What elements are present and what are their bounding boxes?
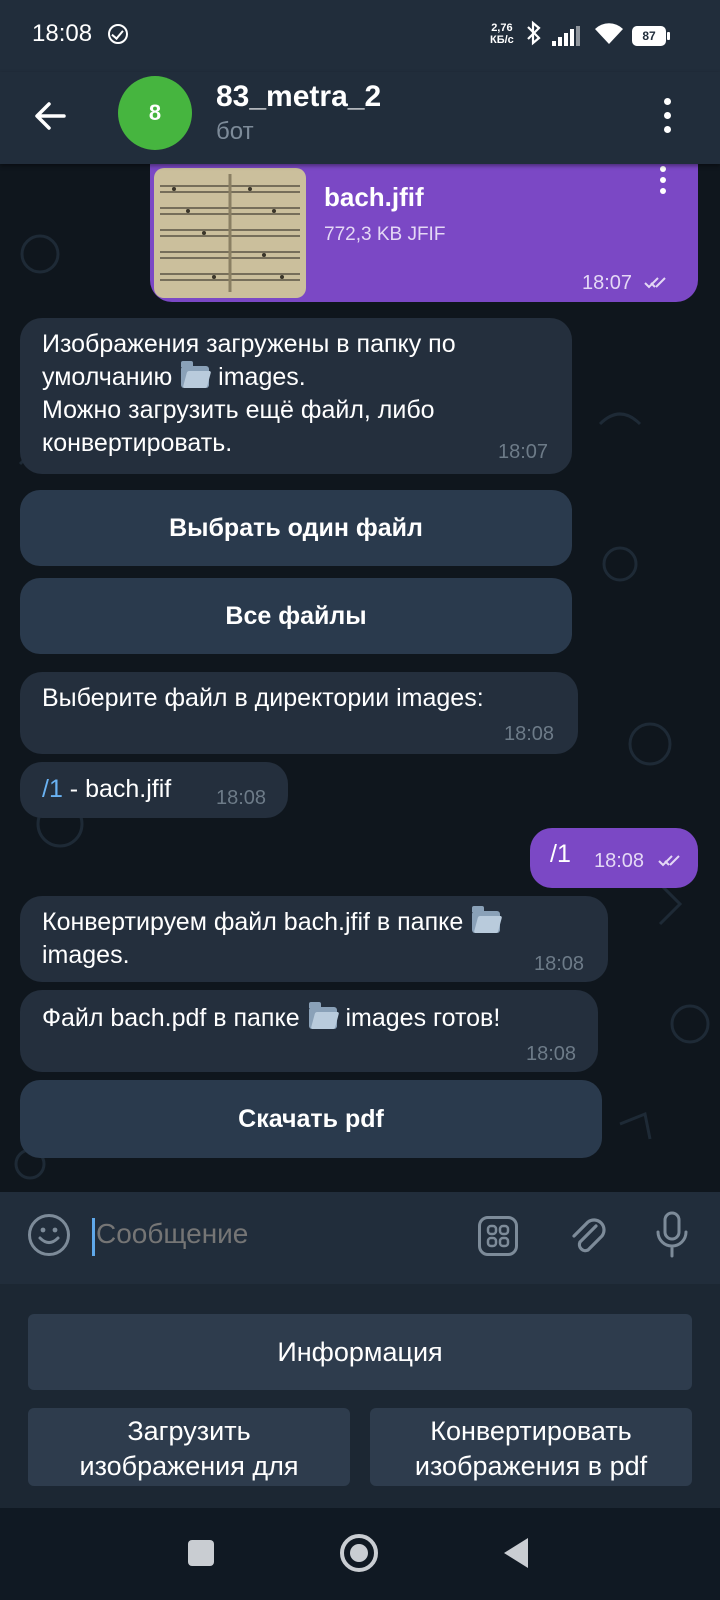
bluetooth-icon <box>526 20 542 52</box>
recents-button[interactable] <box>188 1540 214 1566</box>
chat-subtitle: бот <box>216 118 254 145</box>
reply-keyboard: Информация Загрузить изображения для Кон… <box>0 1284 720 1508</box>
chat-area[interactable]: bach.jfif 772,3 KB JFIF 18:07 Изображени… <box>0 164 720 1192</box>
network-speed-unit: КБ/с <box>490 34 514 46</box>
status-time: 18:08 <box>32 20 93 47</box>
wifi-icon <box>594 22 624 46</box>
download-pdf-button[interactable]: Скачать pdf <box>20 1080 602 1158</box>
bot-keyboard-icon[interactable] <box>478 1216 518 1256</box>
message-input-bar <box>0 1192 720 1284</box>
message-line: Можно загрузить ещё файл, либо <box>42 396 435 424</box>
navigation-bar <box>0 1508 720 1600</box>
button-label-line: изображения для <box>79 1451 299 1481</box>
bot-message: Выберите файл в директории images: 18:08 <box>20 672 578 754</box>
read-ticks-icon <box>644 277 666 289</box>
outgoing-message[interactable]: /1 18:08 <box>530 828 698 888</box>
button-label-line: Конвертировать <box>430 1416 632 1446</box>
message-text: Выберите файл в директории images: <box>42 684 484 712</box>
file-name[interactable]: bach.jfif <box>324 182 424 213</box>
command-link[interactable]: /1 <box>42 775 63 803</box>
file-message-bubble[interactable]: bach.jfif 772,3 KB JFIF 18:07 <box>150 164 698 302</box>
all-files-button[interactable]: Все файлы <box>20 578 572 654</box>
signal-icon <box>552 26 582 46</box>
bot-message: Файл bach.pdf в папке images готов! 18:0… <box>20 990 598 1072</box>
message-text: images готов! <box>345 1004 501 1032</box>
file-menu-icon[interactable] <box>660 166 666 196</box>
button-label-line: изображения в pdf <box>414 1451 648 1481</box>
convert-images-button[interactable]: Конвертировать изображения в pdf <box>370 1408 692 1486</box>
message-text: Конвертируем файл bach.jfif в папке <box>42 908 464 936</box>
file-size: 772,3 KB JFIF <box>324 224 446 245</box>
emoji-icon[interactable] <box>28 1214 70 1256</box>
avatar[interactable]: 8 <box>118 76 192 150</box>
button-label-line: Загрузить <box>127 1416 251 1446</box>
network-speed: 2,76 КБ/с <box>490 22 514 46</box>
folder-icon <box>472 906 501 933</box>
select-one-file-button[interactable]: Выбрать один файл <box>20 490 572 566</box>
message-time: 18:07 <box>498 441 549 463</box>
status-bar: 18:08 2,76 КБ/с 87 <box>0 0 720 72</box>
microphone-icon[interactable] <box>652 1210 692 1260</box>
back-arrow-icon[interactable] <box>32 98 68 134</box>
bot-message: /1 - bach.jfif 18:08 <box>20 762 288 818</box>
bot-message: Изображения загружены в папку по умолчан… <box>20 318 572 474</box>
message-time: 18:08 <box>504 723 555 745</box>
message-text: /1 <box>550 840 571 868</box>
paperclip-icon[interactable] <box>566 1212 610 1260</box>
read-ticks-icon <box>658 855 680 867</box>
battery-tip <box>667 32 670 40</box>
message-line: конвертировать. <box>42 429 233 457</box>
chat-header: 8 83_metra_2 бот <box>0 72 720 164</box>
message-text: Файл bach.pdf в папке <box>42 1004 300 1032</box>
message-text: умолчанию <box>42 363 173 391</box>
message-line: Изображения загружены в папку по <box>42 330 456 358</box>
message-line: умолчанию images. <box>42 361 550 394</box>
message-text: - bach.jfif <box>62 775 172 803</box>
text-cursor <box>92 1218 95 1256</box>
folder-icon <box>308 1002 337 1029</box>
message-time: 18:08 <box>216 787 267 809</box>
message-input[interactable] <box>96 1218 456 1250</box>
upload-images-button[interactable]: Загрузить изображения для <box>28 1408 350 1486</box>
message-text: images. <box>42 941 130 969</box>
folder-icon <box>181 361 210 388</box>
message-time: 18:08 <box>594 850 645 872</box>
more-menu-icon[interactable] <box>664 96 672 136</box>
message-line: Конвертируем файл bach.jfif в папке <box>42 906 586 939</box>
bot-message: Конвертируем файл bach.jfif в папке imag… <box>20 896 608 982</box>
sync-check-icon <box>108 24 128 44</box>
info-button[interactable]: Информация <box>28 1314 692 1390</box>
sheet-music-thumbnail[interactable] <box>154 168 306 298</box>
battery-indicator: 87 <box>632 26 666 46</box>
back-button[interactable] <box>504 1538 528 1568</box>
message-time: 18:08 <box>526 1043 577 1065</box>
message-time: 18:07 <box>582 272 633 294</box>
chat-title[interactable]: 83_metra_2 <box>216 80 381 114</box>
home-button[interactable] <box>340 1534 378 1572</box>
message-time: 18:08 <box>534 953 585 975</box>
message-text: images. <box>218 363 306 391</box>
network-speed-value: 2,76 <box>491 22 513 34</box>
